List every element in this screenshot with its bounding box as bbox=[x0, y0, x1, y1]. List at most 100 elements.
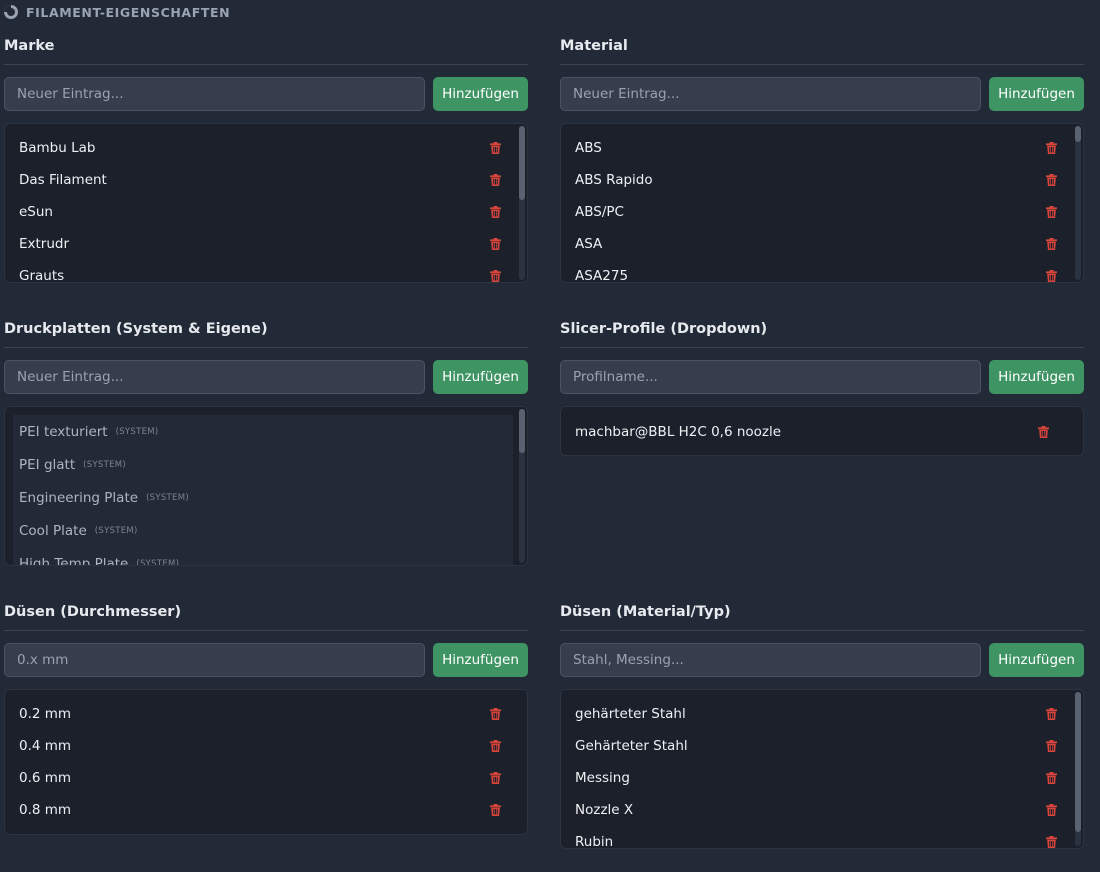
duesen-material-input[interactable] bbox=[560, 643, 981, 677]
list-item: Rubin bbox=[575, 826, 1069, 848]
marke-list[interactable]: Bambu Lab Das Filament eSun Extrudr Grauts bbox=[4, 123, 528, 283]
duesen-material-list[interactable]: gehärteter Stahl Gehärteter Stahl Messing N… bbox=[560, 689, 1084, 849]
plate-label: High Temp Plate bbox=[19, 555, 129, 566]
scrollbar[interactable] bbox=[519, 409, 525, 563]
delete-icon[interactable] bbox=[490, 270, 501, 282]
list-item: Bambu Lab bbox=[19, 132, 513, 164]
divider bbox=[4, 630, 528, 631]
delete-icon[interactable] bbox=[1046, 804, 1057, 816]
system-tag: (SYSTEM) bbox=[136, 558, 180, 566]
system-plate-item: High Temp Plate (SYSTEM) bbox=[13, 547, 513, 566]
plate-label: Cool Plate bbox=[19, 522, 87, 539]
system-plate-item: Engineering Plate (SYSTEM) bbox=[13, 481, 513, 514]
scrollbar-thumb[interactable] bbox=[519, 126, 525, 200]
material-input[interactable] bbox=[560, 77, 981, 111]
section-druckplatten: Druckplatten (System & Eigene) Hinzufüge… bbox=[4, 318, 528, 566]
list-item: 0.8 mm bbox=[19, 794, 513, 826]
list-item-label: Grauts bbox=[19, 268, 65, 283]
delete-icon[interactable] bbox=[1046, 206, 1057, 218]
section-marke: Marke Hinzufügen Bambu Lab Das Filament eS… bbox=[4, 35, 528, 283]
list-item: Extrudr bbox=[19, 228, 513, 260]
delete-icon[interactable] bbox=[1046, 142, 1057, 154]
scrollbar[interactable] bbox=[1075, 692, 1081, 846]
list-item: 0.6 mm bbox=[19, 762, 513, 794]
system-tag: (SYSTEM) bbox=[94, 525, 138, 536]
delete-icon[interactable] bbox=[490, 804, 501, 816]
list-item-label: Gehärteter Stahl bbox=[575, 738, 688, 754]
delete-icon[interactable] bbox=[1046, 238, 1057, 250]
delete-icon[interactable] bbox=[490, 174, 501, 186]
delete-icon[interactable] bbox=[490, 238, 501, 250]
system-tag: (SYSTEM) bbox=[146, 492, 189, 503]
system-tag: (SYSTEM) bbox=[83, 459, 127, 470]
list-item-label: machbar@BBL H2C 0,6 noozle bbox=[575, 424, 782, 440]
delete-icon[interactable] bbox=[490, 740, 501, 752]
delete-icon[interactable] bbox=[1046, 174, 1057, 186]
list-item: ABS Rapido bbox=[575, 164, 1069, 196]
list-item: Das Filament bbox=[19, 164, 513, 196]
list-item-label: ABS bbox=[575, 140, 602, 156]
list-item-label: 0.8 mm bbox=[19, 802, 72, 818]
list-item: Messing bbox=[575, 762, 1069, 794]
delete-icon[interactable] bbox=[1046, 772, 1057, 784]
scrollbar-thumb[interactable] bbox=[519, 409, 525, 453]
delete-icon[interactable] bbox=[490, 206, 501, 218]
divider bbox=[560, 630, 1084, 631]
scrollbar[interactable] bbox=[519, 126, 525, 280]
slicer-profile-input[interactable] bbox=[560, 360, 981, 394]
delete-icon[interactable] bbox=[490, 142, 501, 154]
filament-properties-page: FILAMENT-EIGENSCHAFTEN Marke Hinzufügen … bbox=[0, 0, 1100, 872]
list-item-label: ASA275 bbox=[575, 268, 629, 283]
duesen-durchmesser-list: 0.2 mm 0.4 mm 0.6 mm 0.8 mm bbox=[4, 689, 528, 835]
list-item: Grauts bbox=[19, 260, 513, 283]
list-item-label: ASA bbox=[575, 236, 603, 252]
section-title: Düsen (Material/Typ) bbox=[560, 604, 731, 620]
list-item: gehärteter Stahl bbox=[575, 698, 1069, 730]
list-item-label: Nozzle X bbox=[575, 802, 634, 818]
list-item: 0.2 mm bbox=[19, 698, 513, 730]
scrollbar[interactable] bbox=[1075, 126, 1081, 280]
material-list[interactable]: ABS ABS Rapido ABS/PC ASA ASA275 bbox=[560, 123, 1084, 283]
marke-add-button[interactable]: Hinzufügen bbox=[433, 77, 528, 111]
delete-icon[interactable] bbox=[490, 772, 501, 784]
marke-input[interactable] bbox=[4, 77, 425, 111]
delete-icon[interactable] bbox=[1038, 426, 1049, 438]
delete-icon[interactable] bbox=[1046, 708, 1057, 720]
duesen-durchmesser-add-button[interactable]: Hinzufügen bbox=[433, 643, 528, 677]
delete-icon[interactable] bbox=[490, 708, 501, 720]
delete-icon[interactable] bbox=[1046, 740, 1057, 752]
header-title: FILAMENT-EIGENSCHAFTEN bbox=[26, 4, 231, 20]
slicer-profile-add-button[interactable]: Hinzufügen bbox=[989, 360, 1084, 394]
list-item-label: ABS Rapido bbox=[575, 172, 653, 188]
list-item-label: Bambu Lab bbox=[19, 140, 96, 156]
scrollbar-thumb[interactable] bbox=[1075, 126, 1081, 142]
list-item-label: Extrudr bbox=[19, 236, 70, 252]
section-title: Düsen (Durchmesser) bbox=[4, 604, 182, 620]
list-item-label: Messing bbox=[575, 770, 630, 786]
duesen-durchmesser-input[interactable] bbox=[4, 643, 425, 677]
divider bbox=[4, 347, 528, 348]
list-item: eSun bbox=[19, 196, 513, 228]
section-duesen-material: Düsen (Material/Typ) Hinzufügen gehärtet… bbox=[560, 601, 1084, 849]
system-plate-item: PEI texturiert (SYSTEM) bbox=[13, 415, 513, 448]
delete-icon[interactable] bbox=[1046, 270, 1057, 282]
list-item: ABS bbox=[575, 132, 1069, 164]
delete-icon[interactable] bbox=[1046, 836, 1057, 848]
material-add-button[interactable]: Hinzufügen bbox=[989, 77, 1084, 111]
list-item-label: 0.2 mm bbox=[19, 706, 72, 722]
system-plate-item: PEI glatt (SYSTEM) bbox=[13, 448, 513, 481]
spinner-icon bbox=[4, 5, 18, 19]
system-plate-item: Cool Plate (SYSTEM) bbox=[13, 514, 513, 547]
section-title: Material bbox=[560, 38, 628, 54]
section-header: FILAMENT-EIGENSCHAFTEN bbox=[4, 3, 230, 21]
section-slicer-profile: Slicer-Profile (Dropdown) Hinzufügen mac… bbox=[560, 318, 1084, 456]
druckplatten-add-button[interactable]: Hinzufügen bbox=[433, 360, 528, 394]
duesen-material-add-button[interactable]: Hinzufügen bbox=[989, 643, 1084, 677]
druckplatten-input[interactable] bbox=[4, 360, 425, 394]
list-item-label: eSun bbox=[19, 204, 53, 220]
plate-label: Engineering Plate bbox=[19, 489, 139, 506]
scrollbar-thumb[interactable] bbox=[1075, 692, 1081, 832]
plate-label: PEI texturiert bbox=[19, 423, 108, 440]
divider bbox=[560, 347, 1084, 348]
druckplatten-list[interactable]: PEI texturiert (SYSTEM) PEI glatt (SYSTEM) E… bbox=[4, 406, 528, 566]
